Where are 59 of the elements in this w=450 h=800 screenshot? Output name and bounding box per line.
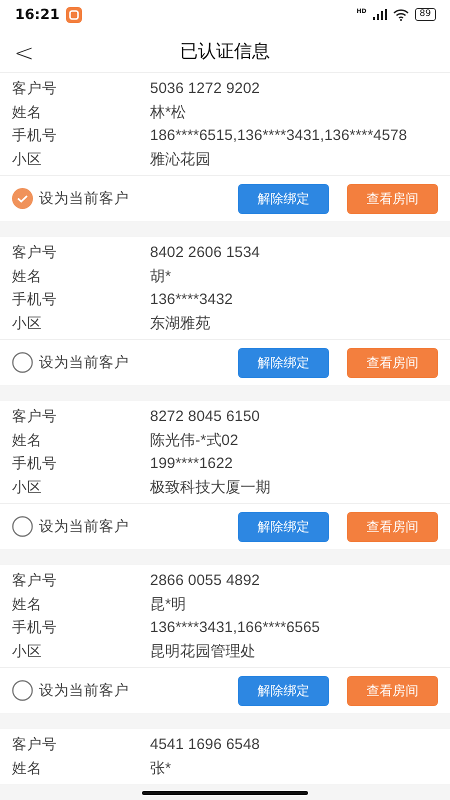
field-label: 小区: [11, 314, 43, 333]
field-value: 5036 1272 9202: [150, 80, 260, 98]
field-value: 4541 1696 6548: [150, 736, 260, 754]
field-value: 陈光伟-*式02: [150, 430, 238, 450]
field-value: 昆*明: [150, 594, 186, 614]
field-value: 胡*: [150, 266, 172, 286]
empty-radio-icon: [12, 680, 33, 701]
field-label: 小区: [11, 642, 43, 661]
view-rooms-button[interactable]: 查看房间: [347, 348, 438, 378]
battery-level: 89: [414, 8, 436, 22]
field-label: 客户号: [11, 572, 58, 590]
unbind-button[interactable]: 解除绑定: [238, 512, 329, 542]
field-label: 客户号: [11, 408, 58, 426]
field-label: 手机号: [11, 618, 58, 638]
field-label: 手机号: [11, 290, 58, 310]
set-current-radio[interactable]: 设为当前客户: [12, 516, 129, 537]
status-time: 16:21: [15, 6, 60, 23]
unbind-button[interactable]: 解除绑定: [238, 184, 329, 214]
field-value: 199****1622: [150, 455, 233, 472]
field-value: 张*: [150, 758, 172, 778]
unbind-button[interactable]: 解除绑定: [238, 676, 329, 706]
field-label: 姓名: [11, 432, 43, 450]
signal-icon: [372, 9, 387, 20]
empty-radio-icon: [12, 516, 33, 537]
field-label: 姓名: [11, 596, 43, 614]
set-current-radio[interactable]: 设为当前客户: [12, 352, 129, 373]
field-value: 8402 2606 1534: [150, 244, 260, 262]
page-title: 已认证信息: [180, 40, 270, 63]
app-notification-icon: [66, 6, 82, 23]
field-label: 客户号: [11, 736, 58, 754]
field-label: 手机号: [11, 454, 58, 474]
field-label: 姓名: [11, 104, 43, 122]
field-value: 136****3431,166****6565: [150, 619, 320, 636]
field-label: 小区: [11, 150, 43, 169]
field-value: 2866 0055 4892: [150, 572, 260, 590]
field-value: 186****6515,136****3431,136****4578: [150, 127, 408, 144]
field-label: 客户号: [11, 244, 58, 262]
wifi-icon: [392, 8, 409, 21]
field-value: 雅沁花园: [150, 150, 210, 169]
empty-radio-icon: [12, 352, 33, 373]
checked-radio-icon: [12, 188, 33, 209]
field-value: 136****3432: [150, 291, 233, 308]
field-label: 客户号: [11, 80, 58, 98]
field-value: 昆明花园管理处: [150, 642, 256, 661]
view-rooms-button[interactable]: 查看房间: [347, 184, 438, 214]
field-label: 小区: [11, 478, 43, 497]
field-value: 8272 8045 6150: [150, 408, 260, 426]
view-rooms-button[interactable]: 查看房间: [347, 512, 438, 542]
set-current-radio[interactable]: 设为当前客户: [12, 188, 129, 209]
view-rooms-button[interactable]: 查看房间: [347, 676, 438, 706]
set-current-radio[interactable]: 设为当前客户: [12, 680, 129, 701]
field-value: 林*松: [150, 102, 186, 122]
field-label: 姓名: [11, 760, 43, 778]
field-label: 手机号: [11, 126, 58, 146]
back-button[interactable]: <: [10, 39, 38, 68]
field-value: 东湖雅苑: [150, 314, 210, 333]
unbind-button[interactable]: 解除绑定: [238, 348, 329, 378]
field-label: 姓名: [11, 268, 43, 286]
field-value: 极致科技大厦一期: [150, 478, 271, 497]
